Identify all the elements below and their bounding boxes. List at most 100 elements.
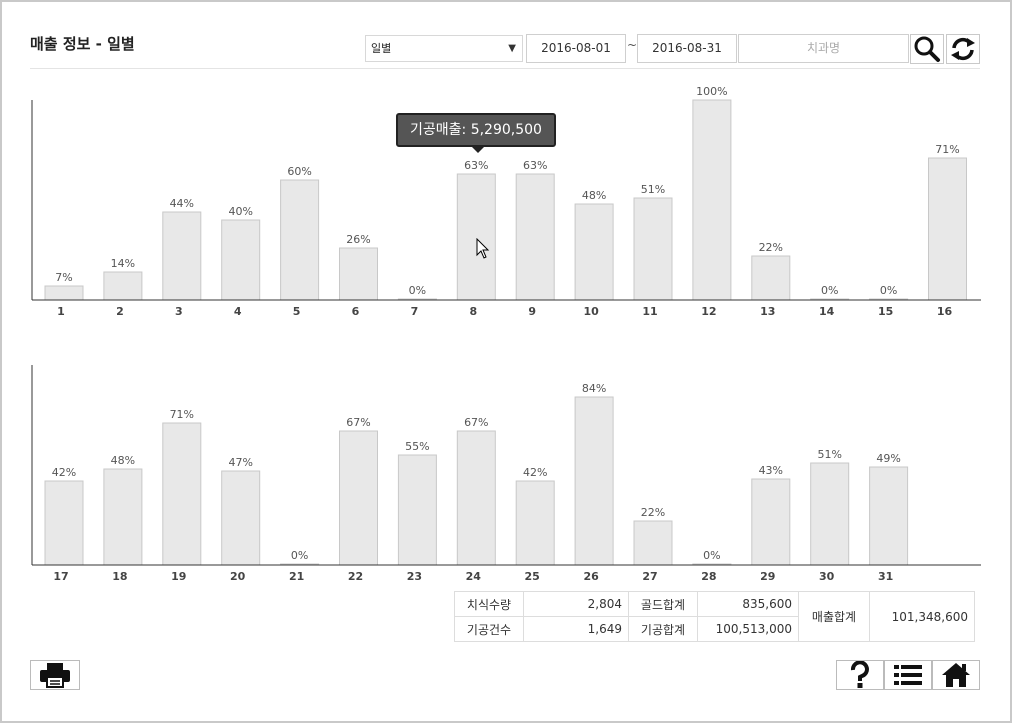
- x-tick-label: 22: [348, 570, 363, 582]
- bar-value-label: 51%: [817, 448, 841, 461]
- bar-day-20[interactable]: [221, 470, 261, 566]
- bar-day-2[interactable]: [103, 271, 143, 301]
- bar-value-label: 0%: [409, 284, 426, 297]
- bar-day-31[interactable]: [869, 466, 909, 566]
- bar-day-1[interactable]: [44, 285, 84, 301]
- x-tick-label: 30: [819, 570, 835, 582]
- x-tick-label: 12: [701, 305, 716, 318]
- summary-value: 2,804: [523, 591, 629, 617]
- home-button[interactable]: [932, 660, 980, 690]
- page-title: 매출 정보 - 일별: [30, 35, 135, 53]
- bar-day-11[interactable]: [633, 197, 673, 301]
- x-tick-label: 19: [171, 570, 186, 582]
- bar-value-label: 0%: [880, 284, 897, 297]
- print-button[interactable]: [30, 660, 80, 690]
- bar-value-label: 43%: [759, 464, 783, 477]
- bar-value-label: 0%: [291, 549, 308, 562]
- bar-day-16[interactable]: [928, 157, 967, 301]
- bar-value-label: 67%: [346, 416, 370, 429]
- bar-day-4[interactable]: [221, 219, 261, 301]
- bar-value-label: 40%: [228, 205, 252, 218]
- bar-day-29[interactable]: [751, 478, 791, 566]
- bar-day-12[interactable]: [692, 99, 732, 301]
- x-tick-label: 31: [878, 570, 893, 582]
- period-select-value: 일별: [371, 42, 392, 55]
- bar-tooltip: 기공매출: 5,290,500: [396, 113, 556, 153]
- bar-value-label: 48%: [582, 189, 606, 202]
- bar-day-6[interactable]: [339, 247, 378, 301]
- x-tick-label: 14: [819, 305, 835, 318]
- x-tick-label: 13: [760, 305, 775, 318]
- x-tick-label: 10: [583, 305, 599, 318]
- x-tick-label: 5: [293, 305, 301, 318]
- bar-day-18[interactable]: [103, 468, 143, 566]
- bar-day-23[interactable]: [397, 454, 437, 566]
- date-from-input[interactable]: 2016-08-01: [526, 34, 626, 63]
- x-tick-label: 16: [937, 305, 953, 318]
- bar-day-27[interactable]: [633, 520, 673, 566]
- summary-label: 골드합계: [628, 591, 698, 617]
- bar-day-9[interactable]: [515, 173, 555, 301]
- summary-value: 835,600: [697, 591, 799, 617]
- x-tick-label: 6: [352, 305, 360, 318]
- bar-value-label: 42%: [52, 466, 76, 479]
- daily-sales-chart-bottom: 42% 17 48% 18 71% 19 47% 20 0% 21 67% 22 55% 23 67% 24 4…: [31, 365, 981, 582]
- bar-value-label: 0%: [703, 549, 720, 562]
- date-to-input[interactable]: 2016-08-31: [637, 34, 737, 63]
- bar-value-label: 26%: [346, 233, 370, 246]
- search-button[interactable]: [910, 34, 944, 64]
- list-icon: [894, 665, 922, 685]
- sales-summary-table: 치식수량 2,804 골드합계 835,600 매출합계 101,348,600…: [454, 591, 975, 642]
- bar-day-25[interactable]: [515, 480, 555, 566]
- refresh-button[interactable]: [946, 34, 980, 64]
- x-tick-label: 17: [53, 570, 68, 582]
- bar-day-10[interactable]: [574, 203, 614, 301]
- bar-day-5[interactable]: [280, 179, 320, 301]
- search-icon: [914, 36, 940, 62]
- x-tick-label: 4: [234, 305, 242, 318]
- bar-value-label: 49%: [876, 452, 900, 465]
- bar-value-label: 71%: [935, 143, 959, 156]
- x-tick-label: 21: [289, 570, 304, 582]
- home-icon: [942, 663, 970, 687]
- chevron-down-icon: ▼: [508, 43, 516, 54]
- bar-value-label: 51%: [641, 183, 665, 196]
- bar-day-30[interactable]: [810, 462, 850, 566]
- bar-value-label: 7%: [55, 271, 72, 284]
- x-tick-label: 18: [112, 570, 127, 582]
- bar-value-label: 100%: [696, 85, 727, 98]
- bar-day-3[interactable]: [162, 211, 202, 301]
- bar-day-24[interactable]: [456, 430, 496, 566]
- list-button[interactable]: [884, 660, 932, 690]
- x-tick-label: 24: [466, 570, 482, 582]
- date-separator: ~: [627, 38, 638, 52]
- summary-total-value: 101,348,600: [869, 591, 975, 642]
- bar-day-13[interactable]: [751, 255, 791, 301]
- x-tick-label: 26: [583, 570, 599, 582]
- help-icon: [850, 661, 869, 688]
- bar-value-label: 48%: [111, 454, 135, 467]
- x-tick-label: 20: [230, 570, 246, 582]
- period-select[interactable]: 일별 ▼: [365, 35, 523, 62]
- bar-day-26[interactable]: [574, 396, 614, 566]
- x-tick-label: 23: [407, 570, 422, 582]
- x-tick-label: 15: [878, 305, 893, 318]
- x-tick-label: 2: [116, 305, 124, 318]
- bar-day-19[interactable]: [162, 422, 202, 566]
- x-tick-label: 11: [642, 305, 657, 318]
- summary-value: 100,513,000: [697, 616, 799, 642]
- header-divider: [30, 68, 980, 69]
- bar-day-22[interactable]: [339, 430, 378, 566]
- bar-day-8[interactable]: [456, 173, 496, 301]
- bar-value-label: 60%: [287, 165, 311, 178]
- refresh-icon: [951, 37, 975, 61]
- x-tick-label: 7: [411, 305, 419, 318]
- help-button[interactable]: [836, 660, 884, 690]
- clinic-search-input[interactable]: 치과명: [738, 34, 909, 63]
- x-tick-label: 8: [469, 305, 477, 318]
- bar-day-17[interactable]: [44, 480, 84, 566]
- summary-label: 치식수량: [454, 591, 524, 617]
- x-tick-label: 9: [528, 305, 536, 318]
- bar-value-label: 44%: [170, 197, 194, 210]
- bar-value-label: 47%: [228, 456, 252, 469]
